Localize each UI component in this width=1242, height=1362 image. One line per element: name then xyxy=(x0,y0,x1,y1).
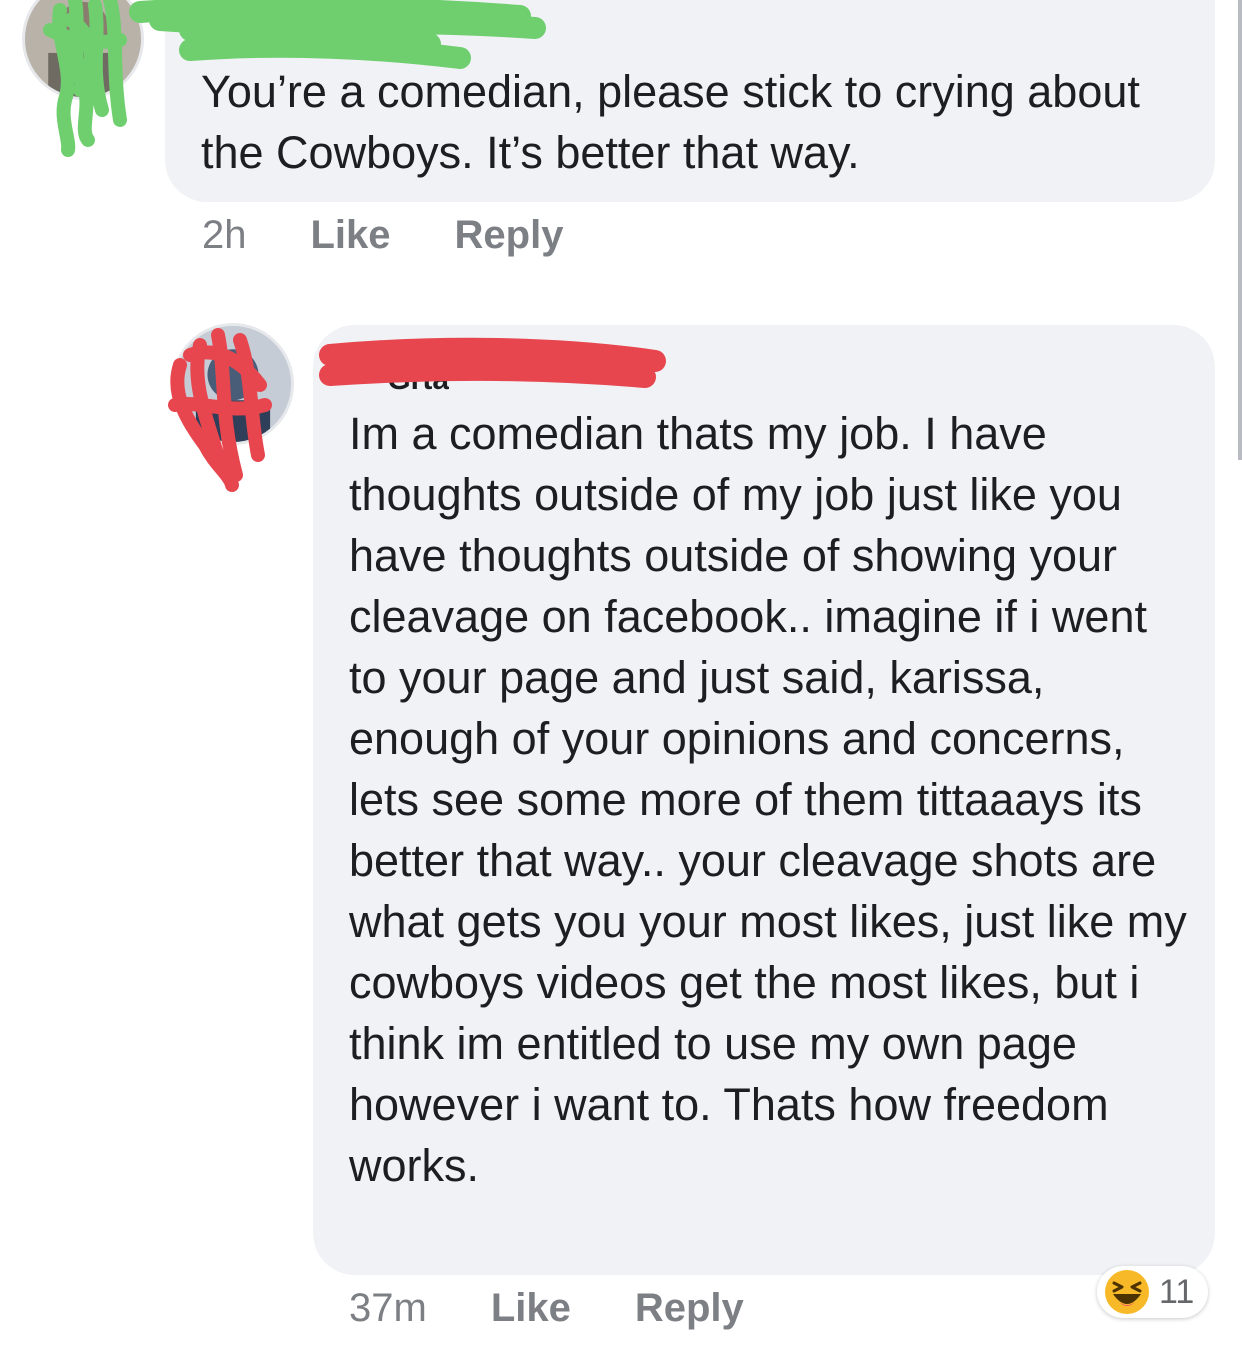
reply-button[interactable]: Reply xyxy=(635,1286,744,1331)
comment-text: You’re a comedian, please stick to cryin… xyxy=(201,66,1140,178)
comment-author-name[interactable]: — Grta xyxy=(349,363,449,397)
comment-timestamp[interactable]: 37m xyxy=(349,1286,427,1331)
commenter-avatar[interactable] xyxy=(172,323,294,445)
comment-text: Im a comedian thats my job. I have thoug… xyxy=(349,408,1187,1191)
reaction-summary[interactable]: 11 xyxy=(1097,1266,1209,1318)
laughing-emoji-icon xyxy=(1105,1270,1149,1314)
comment-actions: 37m Like Reply xyxy=(349,1286,744,1331)
user-avatar-icon xyxy=(25,0,141,97)
reaction-count: 11 xyxy=(1159,1272,1195,1311)
comment-author-name[interactable]: Ka xyxy=(201,6,239,40)
user-avatar-icon xyxy=(175,326,291,442)
comment-timestamp[interactable]: 2h xyxy=(202,213,247,258)
comment-bubble: — Grta Im a comedian thats my job. I hav… xyxy=(313,325,1215,1275)
commenter-avatar[interactable] xyxy=(22,0,144,100)
scrollbar[interactable] xyxy=(1238,0,1242,460)
comment-bubble: Ka You’re a comedian, please stick to cr… xyxy=(165,0,1215,202)
like-button[interactable]: Like xyxy=(311,213,391,258)
reply-button[interactable]: Reply xyxy=(455,213,564,258)
comment-thread: Ka You’re a comedian, please stick to cr… xyxy=(0,0,1242,1362)
comment-actions: 2h Like Reply xyxy=(202,213,563,258)
like-button[interactable]: Like xyxy=(491,1286,571,1331)
